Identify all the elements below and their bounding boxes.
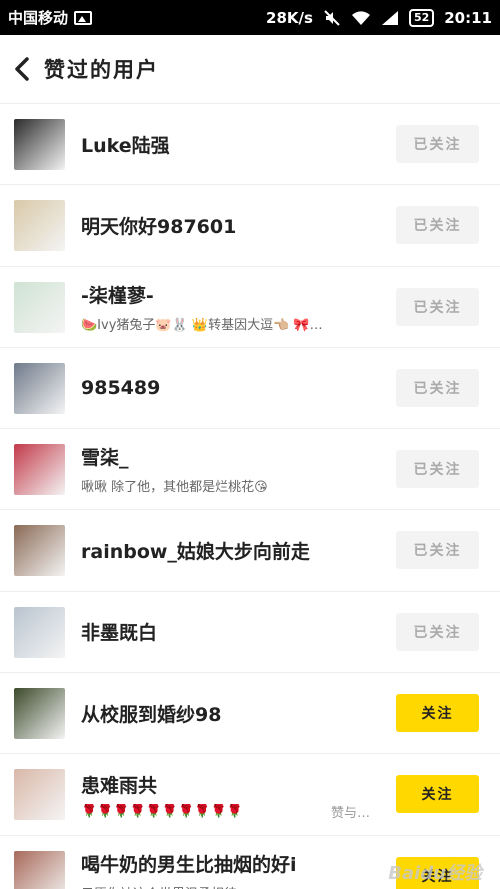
followed-button[interactable]: 已关注 — [396, 206, 479, 245]
header: 赞过的用户 — [0, 35, 500, 104]
avatar[interactable] — [14, 200, 65, 252]
user-bio: 啾啾 除了他，其他都是烂桃花😘 — [81, 480, 268, 496]
user-info: 雪柒_ 啾啾 除了他，其他都是烂桃花😘 — [81, 429, 381, 509]
user-name: 从校服到婚纱98 — [81, 703, 222, 726]
user-row[interactable]: 非墨既白 已关注 — [0, 592, 500, 674]
network-speed: 28K/s — [266, 8, 313, 27]
followed-button[interactable]: 已关注 — [396, 287, 479, 326]
mute-icon — [324, 9, 340, 26]
user-info: 非墨既白 — [81, 592, 381, 672]
follow-button[interactable]: 关注 — [396, 775, 479, 814]
user-name: 患难雨共 — [81, 774, 158, 797]
avatar[interactable] — [14, 606, 65, 658]
user-extra-note: 赞与… — [330, 805, 370, 821]
user-name: -柒槿蓼- — [81, 284, 154, 307]
user-bio: 🍉Ivy猪兔子🐷🐰 👑转基因大逗👈🏼 🎀… — [81, 317, 323, 333]
back-button[interactable] — [0, 35, 44, 104]
avatar[interactable] — [14, 525, 65, 577]
wifi-icon — [351, 10, 370, 25]
user-name: Luke陆强 — [81, 134, 170, 157]
user-info: Luke陆强 — [81, 104, 381, 184]
avatar[interactable] — [14, 769, 65, 821]
clock: 20:11 — [444, 8, 492, 27]
followed-button[interactable]: 已关注 — [396, 125, 479, 163]
carrier-label: 中国移动 — [8, 9, 69, 27]
avatar[interactable] — [14, 688, 65, 740]
chevron-left-icon — [15, 57, 29, 81]
avatar[interactable] — [14, 362, 65, 414]
user-row[interactable]: 明天你好987601 已关注 — [0, 185, 500, 267]
user-info: 985489 — [81, 348, 381, 428]
status-bar: 中国移动 28K/s 52 20:11 — [0, 0, 500, 35]
user-info: -柒槿蓼- 🍉Ivy猪兔子🐷🐰 👑转基因大逗👈🏼 🎀… — [81, 267, 381, 347]
avatar[interactable] — [14, 850, 65, 889]
user-name: 非墨既白 — [81, 622, 158, 645]
user-row[interactable]: 患难雨共 🌹🌹🌹🌹🌹🌹🌹🌹🌹🌹 赞与… 关注 — [0, 754, 500, 836]
watermark: Baidu经验 — [388, 863, 482, 884]
user-name: 喝牛奶的男生比抽烟的好i — [81, 853, 297, 876]
user-row[interactable]: Luke陆强 已关注 — [0, 104, 500, 186]
user-bio: 只愿你被这个世界温柔相待❤❤❤ — [81, 883, 381, 889]
user-name: rainbow_姑娘大步向前走 — [81, 541, 310, 564]
user-info: 患难雨共 🌹🌹🌹🌹🌹🌹🌹🌹🌹🌹 — [81, 754, 381, 834]
user-row[interactable]: 雪柒_ 啾啾 除了他，其他都是烂桃花😘 已关注 — [0, 429, 500, 511]
followed-button[interactable]: 已关注 — [396, 450, 479, 489]
followed-button[interactable]: 已关注 — [396, 612, 479, 651]
user-info: 从校服到婚纱98 — [81, 673, 381, 753]
followed-button[interactable]: 已关注 — [396, 531, 479, 570]
follow-button[interactable]: 关注 — [396, 694, 479, 733]
followed-button[interactable]: 已关注 — [396, 368, 479, 407]
user-info: rainbow_姑娘大步向前走 — [81, 510, 381, 590]
signal-icon — [381, 10, 398, 25]
user-name: 雪柒_ — [81, 447, 129, 470]
user-row[interactable]: -柒槿蓼- 🍉Ivy猪兔子🐷🐰 👑转基因大逗👈🏼 🎀… 已关注 — [0, 267, 500, 348]
battery-indicator: 52 — [408, 8, 435, 27]
user-list: Luke陆强 已关注 明天你好987601 已关注 -柒槿蓼- 🍉Ivy猪兔子🐷🐰 👑转基… — [0, 104, 500, 889]
avatar[interactable] — [14, 281, 65, 333]
user-name: 985489 — [81, 377, 161, 400]
user-info: 明天你好987601 — [81, 185, 381, 265]
avatar[interactable] — [14, 119, 65, 170]
avatar[interactable] — [14, 444, 65, 496]
user-row[interactable]: 从校服到婚纱98 关注 — [0, 673, 500, 755]
image-notification-icon — [74, 10, 93, 25]
user-row[interactable]: rainbow_姑娘大步向前走 已关注 — [0, 510, 500, 592]
user-row[interactable]: 985489 已关注 — [0, 348, 500, 430]
user-info: 喝牛奶的男生比抽烟的好i 只愿你被这个世界温柔相待❤❤❤ — [81, 836, 381, 889]
page-title: 赞过的用户 — [44, 58, 159, 82]
user-name: 明天你好987601 — [81, 215, 237, 238]
